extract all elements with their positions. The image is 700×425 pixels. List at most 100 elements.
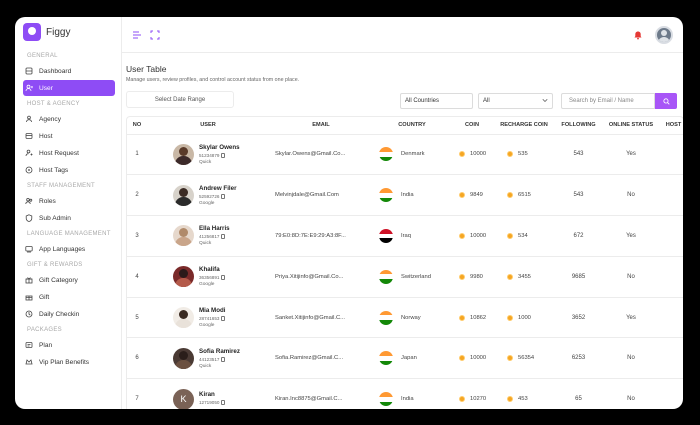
top-bar [122,17,683,53]
country-name: Norway [401,314,421,321]
fullscreen-icon[interactable] [150,30,160,40]
sidebar-item-daily-checkin[interactable]: Daily Checkin [23,306,115,322]
coin-icon [459,192,465,199]
user-id: 52592726 [199,193,220,199]
country-select[interactable]: All Countries [400,93,473,109]
sidebar-item-agency[interactable]: Agency [23,111,115,127]
brand[interactable]: Figgy [15,23,121,49]
column-header: ONLINE STATUS [602,117,660,135]
menu-toggle-icon[interactable] [132,30,142,40]
table-row[interactable]: 5 Mia Modi 28741653 Google Sanket.Xitiji… [127,297,683,339]
flag-icon [379,269,393,284]
row-number: 7 [127,378,147,409]
sidebar-item-label: App Languages [39,245,86,253]
recharge-coin-cell: 56354 [493,337,555,380]
user-cell: Khalifa 36356891 Google [147,256,269,298]
copy-icon[interactable] [221,234,226,240]
search-button[interactable] [655,93,677,109]
login-type: Google [199,200,215,206]
coin-cell: 9849 [451,174,493,217]
user-name: Khalifa [199,266,220,274]
sidebar-section-label: STAFF MANAGEMENT [27,183,96,189]
following-cell: 65 [555,378,602,409]
flag-icon [379,351,393,366]
sidebar-item-host-tags[interactable]: Host Tags [23,162,115,178]
sidebar-item-vip-plan-benefits[interactable]: Vip Plan Benefits [23,354,115,370]
login-type: Quick [199,159,212,165]
recharge-coin-cell: 535 [493,134,555,176]
chevron-down-icon [542,97,548,105]
table-row[interactable]: 4 Khalifa 36356891 Google Priya.Xitijinf… [127,256,683,298]
row-number: 3 [127,215,147,257]
login-type: Quick [199,363,212,369]
recharge-coin-cell: 534 [493,215,555,257]
status-select[interactable]: All [478,93,553,109]
sidebar-section-label: PACKAGES [27,327,62,333]
host-cell [660,174,683,217]
sidebar-item-host-request[interactable]: Host Request [23,145,115,161]
host-request-icon [25,149,33,157]
table-row[interactable]: 6 Sofia Ramirez 44123517 Quick Sofia.Ram… [127,337,683,380]
copy-icon[interactable] [221,152,226,158]
notification-bell-icon[interactable] [633,30,643,40]
flag-icon [379,392,393,407]
sidebar-item-gift[interactable]: Gift [23,289,115,305]
sidebar-item-label: Plan [39,341,53,349]
sidebar-item-roles[interactable]: Roles [23,193,115,209]
coin-icon [507,314,513,321]
sidebar-item-label: Vip Plan Benefits [39,358,90,366]
table-row[interactable]: 3 Ella Harris 41256817 Quick 79:E0:8D:7E… [127,215,683,257]
country-cell: India [373,378,451,409]
coin-cell: 10862 [451,297,493,339]
email-cell: Kiran.Inc8875@Gmail.C... [269,378,373,409]
email-cell: Sofia.Ramirez@Gmail.C... [269,337,373,380]
copy-icon[interactable] [221,316,226,322]
coin-icon [507,151,513,158]
row-number: 6 [127,337,147,380]
coin-value: 10862 [470,314,487,321]
flag-icon [379,147,393,162]
sidebar-item-app-languages[interactable]: App Languages [23,241,115,257]
table-row[interactable]: 1 Skylar Owens 51234879 Quick Skylar.Owe… [127,134,683,176]
copy-icon[interactable] [221,193,226,199]
column-header: NO [127,117,147,135]
coin-icon [507,192,513,199]
coin-value: 10000 [470,355,487,362]
table-row[interactable]: 7 K Kiran 12719050 Kiran.Inc8875@Gmail.C… [127,378,683,409]
user-table: NO USER EMAIL COUNTRY COIN RECHARGE COIN FOLLO… [126,116,683,409]
sidebar-item-label: Roles [39,197,56,205]
country-cell: Norway [373,297,451,339]
user-cell: Skylar Owens 51234879 Quick [147,134,269,176]
sidebar-item-plan[interactable]: Plan [23,337,115,353]
coin-icon [507,355,513,362]
sidebar-item-host[interactable]: Host [23,128,115,144]
table-row[interactable]: 2 Andrew Filer 52592726 Google Melvinjda… [127,174,683,217]
copy-icon[interactable] [221,356,226,362]
table-header: NO USER EMAIL COUNTRY COIN RECHARGE COIN FOLLO… [127,117,683,135]
user-avatar [173,225,194,247]
copy-icon[interactable] [221,400,226,406]
column-header: RECHARGE COIN [493,117,555,135]
recharge-coin-cell: 1000 [493,297,555,339]
coin-cell: 10000 [451,337,493,380]
sidebar-item-sub-admin[interactable]: Sub Admin [23,210,115,226]
host-cell [660,297,683,339]
sidebar-item-label: Host Tags [39,166,69,174]
sidebar-item-label: Daily Checkin [39,310,80,318]
profile-avatar[interactable] [655,25,673,44]
sidebar-item-label: Dashboard [39,67,72,75]
country-name: Denmark [401,151,425,158]
coin-cell: 9980 [451,256,493,298]
flag-icon [379,228,393,243]
sidebar-item-dashboard[interactable]: Dashboard [23,63,115,79]
date-range-picker[interactable]: Select Date Range [126,91,234,108]
row-number: 1 [127,134,147,176]
copy-icon[interactable] [221,275,226,281]
gift-icon [25,293,33,301]
sidebar-item-gift-category[interactable]: Gift Category [23,272,115,288]
online-status-cell: No [602,174,660,217]
recharge-coin-value: 534 [518,232,528,239]
sidebar-item-user[interactable]: User [23,80,115,96]
coin-icon [507,396,513,403]
search-input[interactable]: Search by Email / Name [561,93,655,109]
